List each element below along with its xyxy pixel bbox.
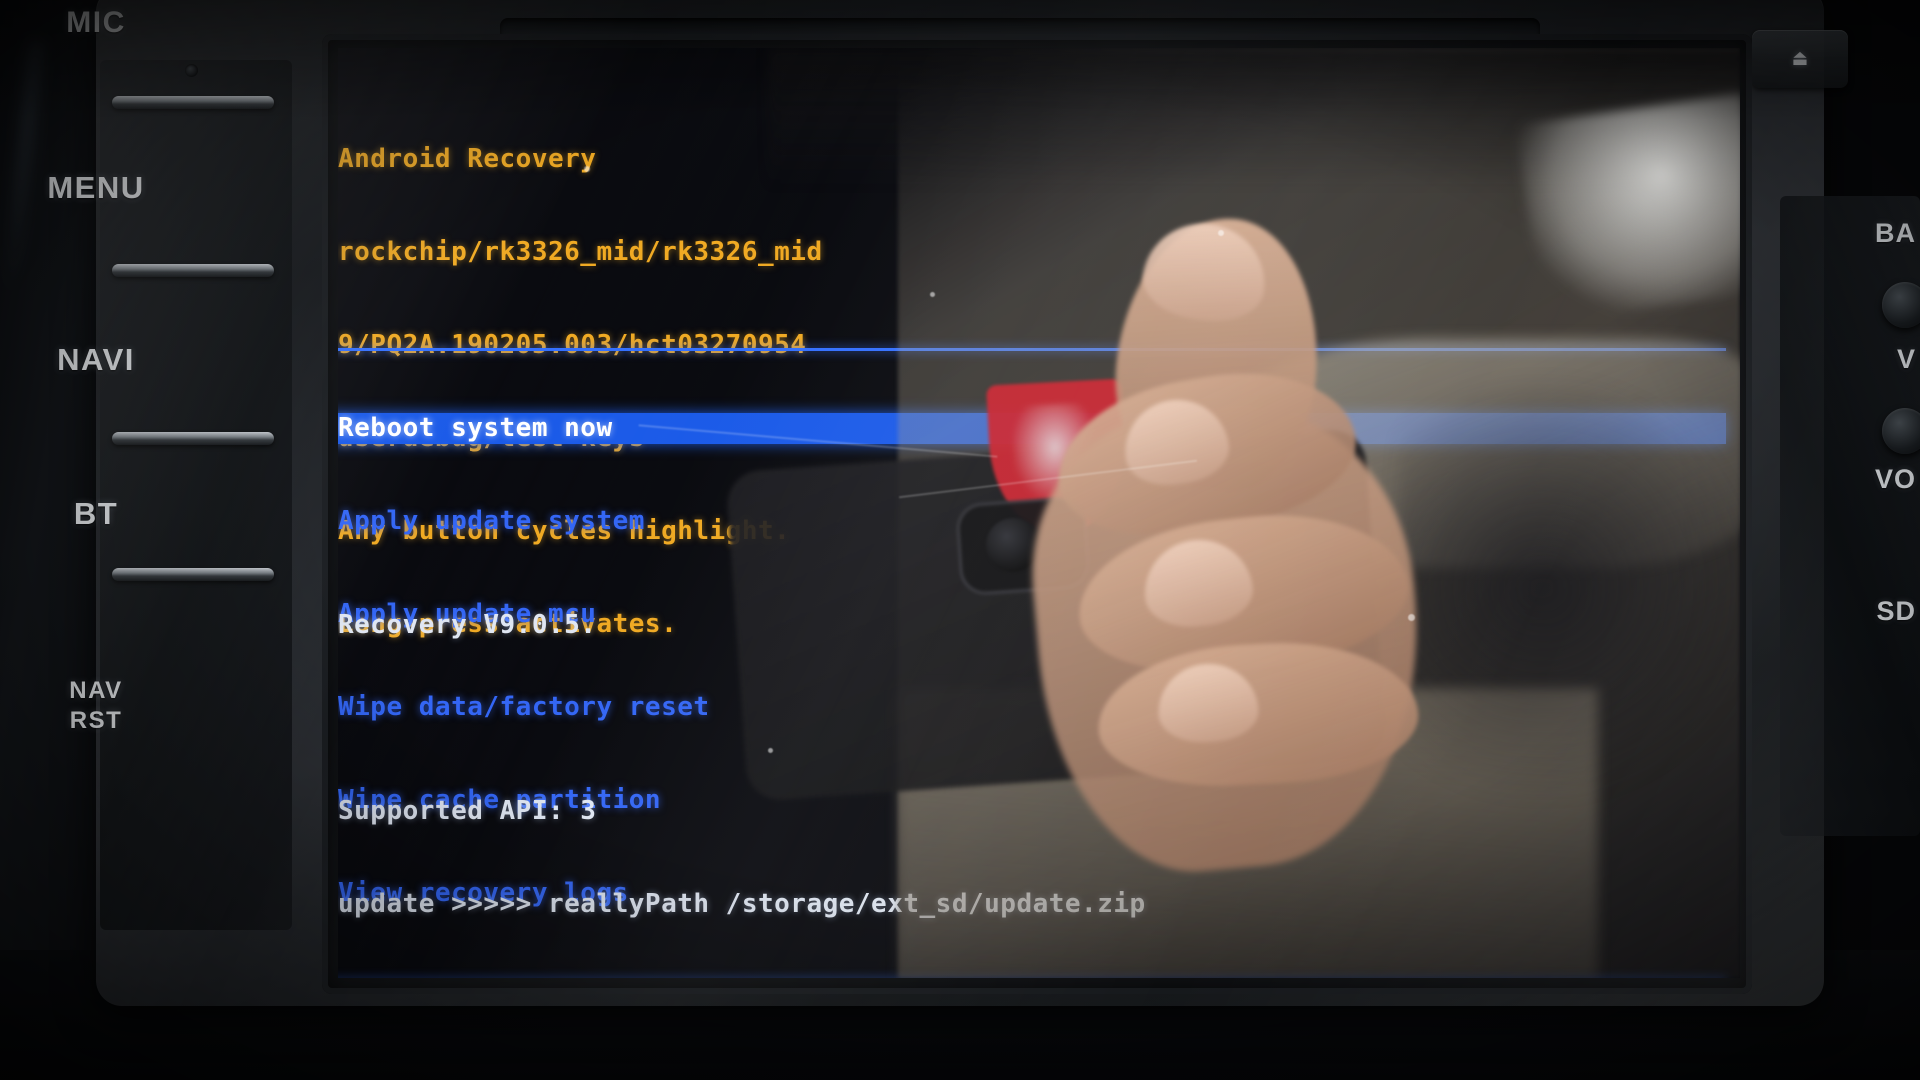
hw-button-ba[interactable]: BA xyxy=(1875,218,1916,249)
eject-icon: ⏏ xyxy=(1793,46,1807,71)
hw-button-vo[interactable]: VO xyxy=(1875,464,1916,495)
hw-button-navi-label: NAVI xyxy=(57,342,135,377)
menu-item-apply-update-system[interactable]: Apply update system xyxy=(338,506,1726,537)
hw-button-sd[interactable]: SD xyxy=(1876,596,1916,627)
hw-button-nav-rst[interactable]: NAV RST xyxy=(0,646,192,736)
log-line-reallypath: update >>>>> reallyPath /storage/ext_sd/… xyxy=(338,889,1146,919)
recovery-version: Recovery V9.0.5. xyxy=(338,610,597,640)
hw-button-mic-label: MIC xyxy=(66,6,126,39)
hw-knob-2[interactable] xyxy=(1882,408,1920,454)
log-line-supported-api: Supported API: 3 xyxy=(338,796,597,826)
photo-of-car-head-unit: ⏏ MIC MENU NAVI BT NAV RST BA V VO SD An… xyxy=(0,0,1920,1080)
hw-button-v-label: V xyxy=(1896,344,1916,374)
hw-button-menu-label: MENU xyxy=(47,170,145,205)
microphone-hole xyxy=(185,64,198,77)
hw-button-bt-label: BT xyxy=(73,496,119,531)
hw-button-navi[interactable]: NAVI xyxy=(0,342,192,378)
button-divider-1 xyxy=(112,96,274,109)
hw-button-nav-rst-label: NAV RST xyxy=(69,677,123,734)
button-divider-2 xyxy=(112,264,274,277)
hw-button-sd-label: SD xyxy=(1876,596,1916,626)
header-line-title: Android Recovery xyxy=(338,144,597,174)
hw-knob-1[interactable] xyxy=(1882,282,1920,328)
hw-button-v[interactable]: V xyxy=(1897,344,1916,375)
recovery-log: Recovery V9.0.5. Supported API: 3 update… xyxy=(338,548,1501,978)
menu-item-reboot-system-now[interactable]: Reboot system now xyxy=(338,413,1726,444)
hw-button-ba-label: BA xyxy=(1875,218,1916,248)
hw-button-bt[interactable]: BT xyxy=(0,496,192,532)
recovery-console: Android Recovery rockchip/rk3326_mid/rk3… xyxy=(338,48,1740,978)
header-line-fingerprint-1: rockchip/rk3326_mid/rk3326_mid xyxy=(338,237,823,267)
hw-button-vo-label: VO xyxy=(1874,464,1916,494)
android-recovery-screen[interactable]: Android Recovery rockchip/rk3326_mid/rk3… xyxy=(338,48,1740,978)
log-spacer xyxy=(338,703,1501,734)
hw-button-menu[interactable]: MENU xyxy=(0,170,192,206)
hw-button-mic[interactable]: MIC xyxy=(0,6,192,40)
button-divider-4 xyxy=(112,568,274,581)
menu-top-rule xyxy=(338,348,1726,351)
button-divider-3 xyxy=(112,432,274,445)
eject-button[interactable]: ⏏ xyxy=(1752,30,1848,88)
